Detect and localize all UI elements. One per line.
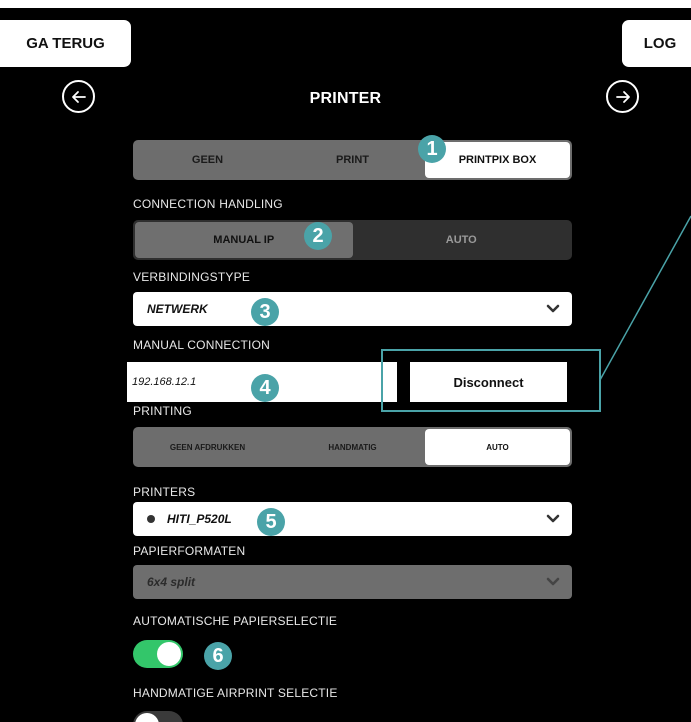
printing-option-geen-afdrukken[interactable]: GEEN AFDRUKKEN [135, 429, 280, 465]
print-mode-option-print[interactable]: PRINT [280, 142, 425, 178]
toggle-knob [157, 642, 181, 666]
page-title: PRINTER [309, 90, 382, 107]
printers-dropdown[interactable]: HITI_P520L [133, 502, 572, 536]
back-button[interactable]: GA TERUG [0, 20, 131, 67]
callout-badge-3: 3 [251, 298, 279, 326]
connection-handling-label: CONNECTION HANDLING [133, 197, 283, 211]
manual-connection-label: MANUAL CONNECTION [133, 338, 270, 352]
print-mode-selector: GEEN PRINT PRINTPIX BOX [133, 140, 572, 180]
chevron-down-icon [546, 514, 560, 523]
printing-option-auto[interactable]: AUTO [425, 429, 570, 465]
printers-label: PRINTERS [133, 485, 196, 499]
callout-badge-4: 4 [251, 374, 279, 402]
disconnect-highlight-box [381, 349, 601, 412]
airprint-toggle[interactable] [133, 711, 183, 722]
auto-paper-toggle[interactable] [133, 640, 183, 668]
printing-label: PRINTING [133, 404, 192, 418]
connection-handling-selector: MANUAL IP AUTO [133, 220, 572, 260]
connection-option-auto[interactable]: AUTO [353, 222, 571, 258]
airprint-label: HANDMATIGE AIRPRINT SELECTIE [133, 686, 338, 700]
chevron-down-icon [546, 577, 560, 586]
callout-badge-2: 2 [304, 222, 332, 250]
printer-settings-screen: GA TERUG LOG PRINTER GEEN PRINT PRINTPIX… [0, 8, 691, 722]
print-mode-option-geen[interactable]: GEEN [135, 142, 280, 178]
toggle-knob [135, 713, 159, 722]
paper-format-value: 6x4 split [147, 575, 196, 589]
log-button[interactable]: LOG [622, 20, 691, 67]
connection-type-label: VERBINDINGSTYPE [133, 270, 251, 284]
printing-option-handmatig[interactable]: HANDMATIG [280, 429, 425, 465]
next-page-button[interactable] [606, 80, 639, 113]
connection-type-value: NETWERK [147, 302, 208, 316]
callout-badge-5: 5 [257, 508, 285, 536]
printer-value: HITI_P520L [167, 512, 232, 526]
connection-type-dropdown[interactable]: NETWERK [133, 292, 572, 326]
printer-status-dot-icon [147, 515, 155, 523]
printing-selector: GEEN AFDRUKKEN HANDMATIG AUTO [133, 427, 572, 467]
paper-formats-label: PAPIERFORMATEN [133, 544, 246, 558]
arrow-right-icon [615, 90, 630, 103]
chevron-down-icon [546, 304, 560, 313]
paper-formats-dropdown[interactable]: 6x4 split [133, 565, 572, 599]
callout-badge-6: 6 [204, 642, 232, 670]
auto-paper-label: AUTOMATISCHE PAPIERSELECTIE [133, 614, 338, 628]
print-mode-option-printpix-box[interactable]: PRINTPIX BOX [425, 142, 570, 178]
callout-badge-1: 1 [418, 135, 446, 163]
